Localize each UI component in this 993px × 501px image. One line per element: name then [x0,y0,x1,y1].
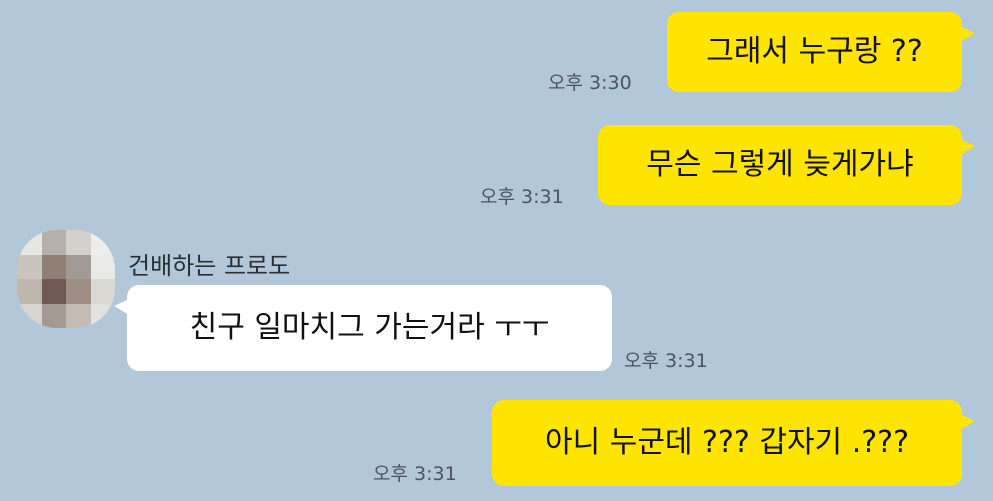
my-message-bubble[interactable]: 무슨 그렇게 늦게가냐 [598,125,975,205]
message-time: 오후 3:30 [548,72,632,94]
profile-avatar-icon[interactable] [17,230,115,328]
my-message-bubble[interactable]: 아니 누군데 ??? 갑자기 .??? [492,400,975,486]
message-time: 오후 3:31 [480,186,564,208]
message-time: 오후 3:31 [624,350,708,372]
my-message-bubble[interactable]: 그래서 누구랑 ?? [667,12,975,92]
message-time: 오후 3:31 [373,463,457,485]
their-message-bubble[interactable]: 친구 일마치그 가는거라 ㅜㅜ [114,285,612,371]
chat-room: 오후 3:30 그래서 누구랑 ?? 오후 3:31 무슨 그렇게 늦게가냐 건… [0,0,993,501]
sender-name: 건배하는 프로도 [128,252,291,280]
